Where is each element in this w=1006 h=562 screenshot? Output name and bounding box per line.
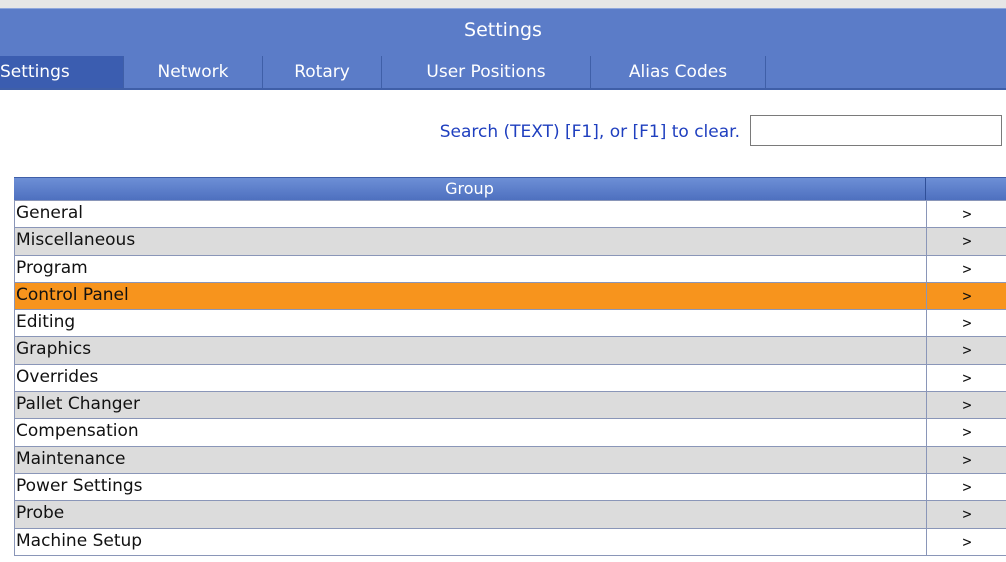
chevron-right-icon[interactable]: >	[927, 474, 1006, 501]
chevron-right-icon[interactable]: >	[927, 310, 1006, 337]
row-label: Control Panel	[16, 284, 129, 305]
table-row[interactable]: Editing >	[14, 309, 1006, 337]
tab-user-positions[interactable]: User Positions	[382, 56, 591, 88]
table-row[interactable]: Maintenance >	[14, 445, 1006, 474]
table-row[interactable]: Miscellaneous >	[14, 227, 1006, 255]
row-label: Power Settings	[16, 475, 143, 496]
settings-group-table: Group General > Miscellaneous > Program > Cont…	[14, 177, 1006, 556]
column-header-group: Group	[14, 178, 926, 200]
chevron-right-icon[interactable]: >	[927, 337, 1006, 364]
table-body: General > Miscellaneous > Program > Control Pa…	[14, 200, 1006, 555]
tab-network[interactable]: Network	[124, 56, 263, 88]
row-label: Miscellaneous	[16, 230, 136, 251]
table-row[interactable]: Overrides >	[14, 363, 1006, 392]
chevron-right-icon[interactable]: >	[927, 419, 1006, 446]
row-label: Machine Setup	[16, 530, 143, 551]
row-label: Maintenance	[16, 448, 126, 469]
table-row[interactable]: Graphics >	[14, 336, 1006, 364]
table-row[interactable]: Program >	[14, 254, 1006, 283]
tab-bar: Settings Network Rotary User Positions A…	[0, 56, 1006, 90]
chevron-right-icon[interactable]: >	[927, 201, 1006, 228]
row-label: General	[16, 203, 83, 223]
row-label: Pallet Changer	[16, 394, 140, 415]
window-title: Settings	[464, 19, 542, 41]
table-row[interactable]: Pallet Changer >	[14, 391, 1006, 419]
chevron-right-icon[interactable]: >	[927, 392, 1006, 419]
top-strip	[0, 0, 1006, 8]
row-label: Compensation	[16, 421, 139, 442]
table-row[interactable]: Probe >	[14, 500, 1006, 528]
chevron-right-icon[interactable]: >	[927, 501, 1006, 528]
table-row[interactable]: Control Panel >	[14, 281, 1006, 310]
chevron-right-icon[interactable]: >	[927, 365, 1006, 392]
tab-settings[interactable]: Settings	[0, 56, 124, 88]
table-row[interactable]: Power Settings >	[14, 472, 1006, 501]
tab-rotary[interactable]: Rotary	[263, 56, 382, 88]
row-label: Graphics	[16, 339, 92, 360]
row-label: Overrides	[16, 366, 99, 387]
row-label: Program	[16, 257, 88, 278]
chevron-right-icon[interactable]: >	[927, 447, 1006, 474]
chevron-right-icon[interactable]: >	[927, 283, 1006, 310]
column-header-arrow	[926, 178, 1006, 200]
chevron-right-icon[interactable]: >	[927, 228, 1006, 255]
table-row[interactable]: Machine Setup >	[14, 527, 1006, 556]
table-row[interactable]: General >	[14, 200, 1006, 228]
title-bar: Settings	[0, 8, 1006, 56]
table-row[interactable]: Compensation >	[14, 418, 1006, 446]
search-input[interactable]	[750, 115, 1002, 146]
row-label: Probe	[16, 503, 65, 524]
table-header: Group	[14, 177, 1006, 200]
chevron-right-icon[interactable]: >	[927, 256, 1006, 283]
chevron-right-icon[interactable]: >	[927, 529, 1006, 556]
row-label: Editing	[16, 312, 76, 333]
search-label: Search (TEXT) [F1], or [F1] to clear.	[439, 122, 740, 142]
tab-alias-codes[interactable]: Alias Codes	[591, 56, 766, 88]
